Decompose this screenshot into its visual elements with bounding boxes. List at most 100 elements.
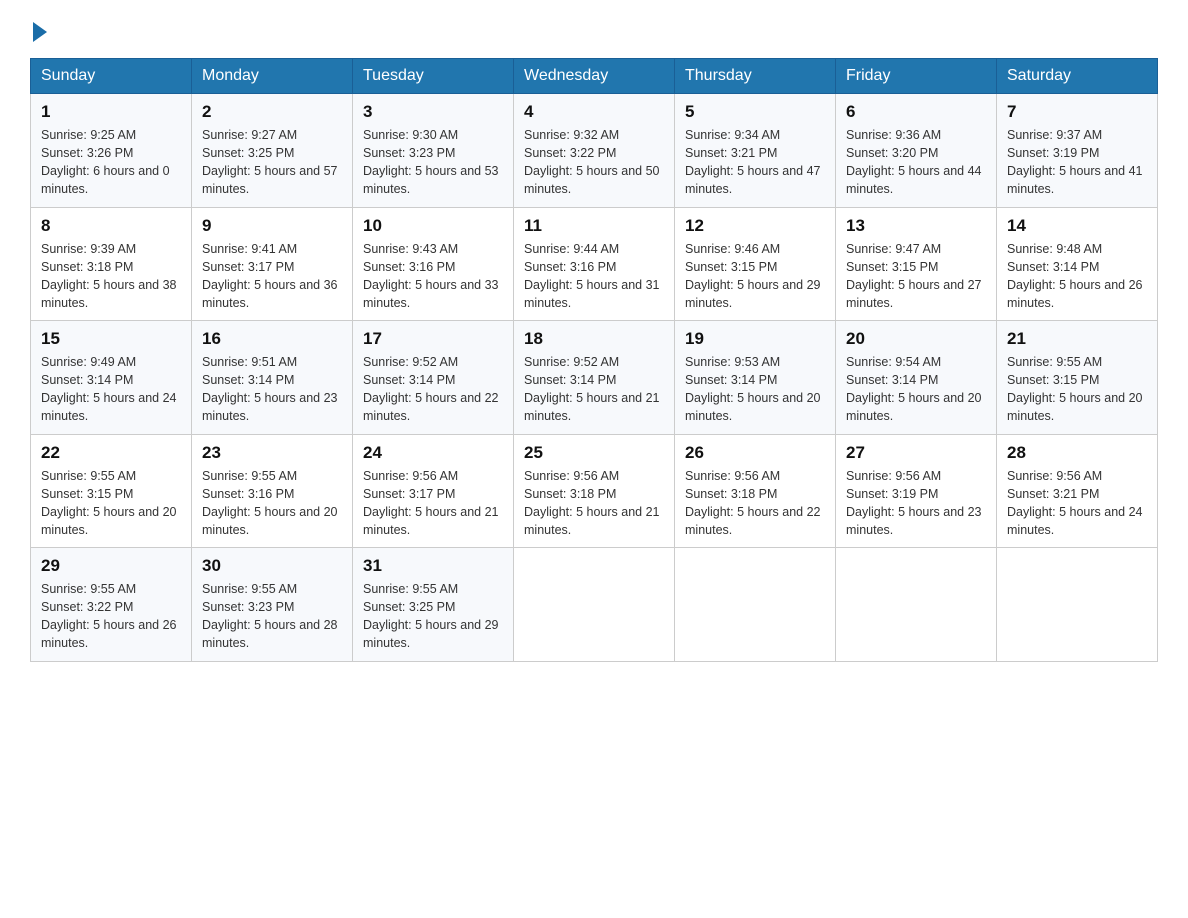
- day-number: 20: [846, 329, 986, 349]
- calendar-week-row: 22 Sunrise: 9:55 AMSunset: 3:15 PMDaylig…: [31, 434, 1158, 548]
- calendar-cell: 29 Sunrise: 9:55 AMSunset: 3:22 PMDaylig…: [31, 548, 192, 662]
- day-number: 23: [202, 443, 342, 463]
- day-number: 5: [685, 102, 825, 122]
- calendar-cell: 10 Sunrise: 9:43 AMSunset: 3:16 PMDaylig…: [353, 207, 514, 321]
- calendar-cell: 22 Sunrise: 9:55 AMSunset: 3:15 PMDaylig…: [31, 434, 192, 548]
- day-number: 18: [524, 329, 664, 349]
- header-thursday: Thursday: [675, 59, 836, 94]
- day-info: Sunrise: 9:48 AMSunset: 3:14 PMDaylight:…: [1007, 242, 1143, 310]
- day-info: Sunrise: 9:55 AMSunset: 3:15 PMDaylight:…: [41, 469, 177, 537]
- day-number: 4: [524, 102, 664, 122]
- day-number: 12: [685, 216, 825, 236]
- calendar-cell: 18 Sunrise: 9:52 AMSunset: 3:14 PMDaylig…: [514, 321, 675, 435]
- calendar-cell: [836, 548, 997, 662]
- calendar-cell: 23 Sunrise: 9:55 AMSunset: 3:16 PMDaylig…: [192, 434, 353, 548]
- day-info: Sunrise: 9:44 AMSunset: 3:16 PMDaylight:…: [524, 242, 660, 310]
- day-info: Sunrise: 9:52 AMSunset: 3:14 PMDaylight:…: [363, 355, 499, 423]
- calendar-cell: 26 Sunrise: 9:56 AMSunset: 3:18 PMDaylig…: [675, 434, 836, 548]
- day-info: Sunrise: 9:46 AMSunset: 3:15 PMDaylight:…: [685, 242, 821, 310]
- calendar-cell: 21 Sunrise: 9:55 AMSunset: 3:15 PMDaylig…: [997, 321, 1158, 435]
- day-info: Sunrise: 9:56 AMSunset: 3:19 PMDaylight:…: [846, 469, 982, 537]
- day-info: Sunrise: 9:36 AMSunset: 3:20 PMDaylight:…: [846, 128, 982, 196]
- calendar-cell: 3 Sunrise: 9:30 AMSunset: 3:23 PMDayligh…: [353, 94, 514, 208]
- day-info: Sunrise: 9:55 AMSunset: 3:16 PMDaylight:…: [202, 469, 338, 537]
- header-sunday: Sunday: [31, 59, 192, 94]
- calendar-cell: 8 Sunrise: 9:39 AMSunset: 3:18 PMDayligh…: [31, 207, 192, 321]
- day-info: Sunrise: 9:54 AMSunset: 3:14 PMDaylight:…: [846, 355, 982, 423]
- calendar-cell: 13 Sunrise: 9:47 AMSunset: 3:15 PMDaylig…: [836, 207, 997, 321]
- day-number: 13: [846, 216, 986, 236]
- calendar-week-row: 8 Sunrise: 9:39 AMSunset: 3:18 PMDayligh…: [31, 207, 1158, 321]
- calendar-cell: 1 Sunrise: 9:25 AMSunset: 3:26 PMDayligh…: [31, 94, 192, 208]
- calendar-cell: 14 Sunrise: 9:48 AMSunset: 3:14 PMDaylig…: [997, 207, 1158, 321]
- day-info: Sunrise: 9:56 AMSunset: 3:18 PMDaylight:…: [685, 469, 821, 537]
- day-info: Sunrise: 9:55 AMSunset: 3:15 PMDaylight:…: [1007, 355, 1143, 423]
- day-info: Sunrise: 9:30 AMSunset: 3:23 PMDaylight:…: [363, 128, 499, 196]
- day-info: Sunrise: 9:25 AMSunset: 3:26 PMDaylight:…: [41, 128, 170, 196]
- day-info: Sunrise: 9:37 AMSunset: 3:19 PMDaylight:…: [1007, 128, 1143, 196]
- calendar-cell: 7 Sunrise: 9:37 AMSunset: 3:19 PMDayligh…: [997, 94, 1158, 208]
- day-number: 21: [1007, 329, 1147, 349]
- day-info: Sunrise: 9:43 AMSunset: 3:16 PMDaylight:…: [363, 242, 499, 310]
- day-info: Sunrise: 9:39 AMSunset: 3:18 PMDaylight:…: [41, 242, 177, 310]
- day-info: Sunrise: 9:34 AMSunset: 3:21 PMDaylight:…: [685, 128, 821, 196]
- day-number: 3: [363, 102, 503, 122]
- calendar-cell: 12 Sunrise: 9:46 AMSunset: 3:15 PMDaylig…: [675, 207, 836, 321]
- day-number: 30: [202, 556, 342, 576]
- calendar-cell: 11 Sunrise: 9:44 AMSunset: 3:16 PMDaylig…: [514, 207, 675, 321]
- calendar-table: SundayMondayTuesdayWednesdayThursdayFrid…: [30, 58, 1158, 662]
- day-number: 24: [363, 443, 503, 463]
- calendar-cell: 17 Sunrise: 9:52 AMSunset: 3:14 PMDaylig…: [353, 321, 514, 435]
- day-number: 25: [524, 443, 664, 463]
- day-info: Sunrise: 9:55 AMSunset: 3:23 PMDaylight:…: [202, 582, 338, 650]
- day-info: Sunrise: 9:49 AMSunset: 3:14 PMDaylight:…: [41, 355, 177, 423]
- calendar-cell: 16 Sunrise: 9:51 AMSunset: 3:14 PMDaylig…: [192, 321, 353, 435]
- calendar-week-row: 29 Sunrise: 9:55 AMSunset: 3:22 PMDaylig…: [31, 548, 1158, 662]
- day-number: 2: [202, 102, 342, 122]
- day-number: 9: [202, 216, 342, 236]
- day-info: Sunrise: 9:41 AMSunset: 3:17 PMDaylight:…: [202, 242, 338, 310]
- day-number: 17: [363, 329, 503, 349]
- day-info: Sunrise: 9:55 AMSunset: 3:22 PMDaylight:…: [41, 582, 177, 650]
- day-info: Sunrise: 9:51 AMSunset: 3:14 PMDaylight:…: [202, 355, 338, 423]
- day-info: Sunrise: 9:56 AMSunset: 3:18 PMDaylight:…: [524, 469, 660, 537]
- day-info: Sunrise: 9:53 AMSunset: 3:14 PMDaylight:…: [685, 355, 821, 423]
- day-number: 15: [41, 329, 181, 349]
- calendar-cell: 25 Sunrise: 9:56 AMSunset: 3:18 PMDaylig…: [514, 434, 675, 548]
- header-monday: Monday: [192, 59, 353, 94]
- day-info: Sunrise: 9:47 AMSunset: 3:15 PMDaylight:…: [846, 242, 982, 310]
- calendar-cell: 9 Sunrise: 9:41 AMSunset: 3:17 PMDayligh…: [192, 207, 353, 321]
- day-number: 1: [41, 102, 181, 122]
- calendar-cell: [675, 548, 836, 662]
- calendar-cell: 30 Sunrise: 9:55 AMSunset: 3:23 PMDaylig…: [192, 548, 353, 662]
- day-number: 28: [1007, 443, 1147, 463]
- calendar-cell: 2 Sunrise: 9:27 AMSunset: 3:25 PMDayligh…: [192, 94, 353, 208]
- day-number: 7: [1007, 102, 1147, 122]
- day-info: Sunrise: 9:52 AMSunset: 3:14 PMDaylight:…: [524, 355, 660, 423]
- day-info: Sunrise: 9:32 AMSunset: 3:22 PMDaylight:…: [524, 128, 660, 196]
- calendar-week-row: 15 Sunrise: 9:49 AMSunset: 3:14 PMDaylig…: [31, 321, 1158, 435]
- calendar-cell: 27 Sunrise: 9:56 AMSunset: 3:19 PMDaylig…: [836, 434, 997, 548]
- day-number: 10: [363, 216, 503, 236]
- header-saturday: Saturday: [997, 59, 1158, 94]
- calendar-cell: 31 Sunrise: 9:55 AMSunset: 3:25 PMDaylig…: [353, 548, 514, 662]
- day-info: Sunrise: 9:56 AMSunset: 3:21 PMDaylight:…: [1007, 469, 1143, 537]
- header-friday: Friday: [836, 59, 997, 94]
- day-number: 19: [685, 329, 825, 349]
- day-number: 14: [1007, 216, 1147, 236]
- calendar-cell: 28 Sunrise: 9:56 AMSunset: 3:21 PMDaylig…: [997, 434, 1158, 548]
- header-wednesday: Wednesday: [514, 59, 675, 94]
- day-number: 11: [524, 216, 664, 236]
- calendar-cell: 20 Sunrise: 9:54 AMSunset: 3:14 PMDaylig…: [836, 321, 997, 435]
- day-number: 26: [685, 443, 825, 463]
- logo: [30, 20, 47, 38]
- logo-arrow-icon: [33, 22, 47, 42]
- calendar-cell: [514, 548, 675, 662]
- day-number: 16: [202, 329, 342, 349]
- day-number: 6: [846, 102, 986, 122]
- day-number: 22: [41, 443, 181, 463]
- calendar-cell: 5 Sunrise: 9:34 AMSunset: 3:21 PMDayligh…: [675, 94, 836, 208]
- calendar-week-row: 1 Sunrise: 9:25 AMSunset: 3:26 PMDayligh…: [31, 94, 1158, 208]
- calendar-cell: 15 Sunrise: 9:49 AMSunset: 3:14 PMDaylig…: [31, 321, 192, 435]
- header-tuesday: Tuesday: [353, 59, 514, 94]
